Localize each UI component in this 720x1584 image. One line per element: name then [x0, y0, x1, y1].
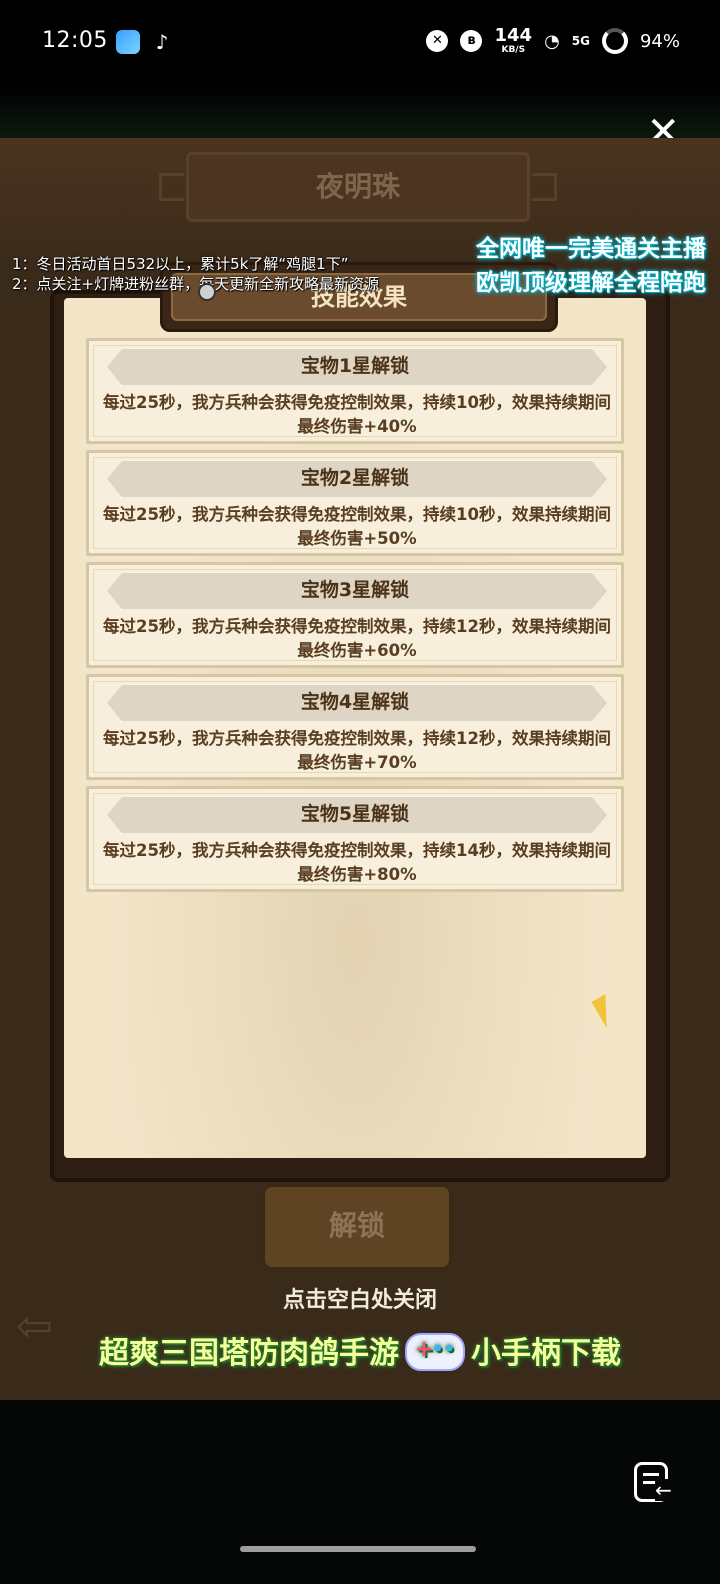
- skill-card-4: 宝物4星解锁 每过25秒，我方兵种会获得免疫控制效果，持续12秒，效果持续期间最…: [86, 674, 624, 780]
- comment-icon[interactable]: [634, 1462, 672, 1502]
- stream-notice-line-1: 1：冬日活动首日532以上，累计5k了解“鸡腿1下”: [12, 255, 349, 273]
- stream-notice: 1：冬日活动首日532以上，累计5k了解“鸡腿1下” 2：点关注+灯牌进粉丝群，…: [12, 254, 379, 294]
- promo-download-text: 小手柄下载: [471, 1336, 621, 1371]
- unlock-button[interactable]: 解锁: [262, 1184, 452, 1270]
- streamer-slogan: 全网唯一完美通关主播 欧凯顶级理解全程陪跑: [476, 232, 706, 300]
- battery-icon: [601, 28, 628, 54]
- streamer-slogan-line-2: 欧凯顶级理解全程陪跑: [476, 270, 706, 296]
- video-top-gradient: [0, 84, 720, 140]
- home-indicator[interactable]: [240, 1546, 476, 1552]
- card-description: 每过25秒，我方兵种会获得免疫控制效果，持续12秒，效果持续期间最终伤害+60%: [103, 617, 611, 660]
- skill-card-3: 宝物3星解锁 每过25秒，我方兵种会获得免疫控制效果，持续12秒，效果持续期间最…: [86, 562, 624, 668]
- status-indicators: ✕ ʙ 144 KB/S ◔ 5G 94%: [426, 26, 680, 56]
- skill-card-list: 宝物1星解锁 每过25秒，我方兵种会获得免疫控制效果，持续10秒，效果持续期间最…: [86, 338, 624, 898]
- streamer-slogan-line-1: 全网唯一完美通关主播: [476, 236, 706, 262]
- status-time: 12:05: [42, 28, 108, 53]
- app-notification-icon: [116, 30, 140, 54]
- gamepad-icon: [405, 1332, 465, 1371]
- tiktok-icon: ♪: [155, 30, 169, 54]
- close-hint[interactable]: 点击空白处关闭: [0, 1282, 720, 1314]
- network-speed: 144 KB/S: [494, 25, 533, 56]
- promo-banner[interactable]: 超爽三国塔防肉鸽手游 小手柄下载: [0, 1328, 720, 1374]
- card-description: 每过25秒，我方兵种会获得免疫控制效果，持续10秒，效果持续期间最终伤害+50%: [103, 505, 611, 548]
- bluetooth-icon: ʙ: [460, 30, 483, 52]
- treasure-title: 夜明珠: [159, 152, 557, 222]
- card-title: 宝物1星解锁: [300, 355, 410, 377]
- network-type: 5G: [571, 34, 590, 48]
- skill-card-1: 宝物1星解锁 每过25秒，我方兵种会获得免疫控制效果，持续10秒，效果持续期间最…: [86, 338, 624, 444]
- skill-card-5: 宝物5星解锁 每过25秒，我方兵种会获得免疫控制效果，持续14秒，效果持续期间最…: [86, 786, 624, 892]
- card-title: 宝物3星解锁: [300, 579, 410, 601]
- battery-level: 94%: [639, 30, 680, 52]
- mute-icon: ✕: [426, 30, 449, 52]
- bottom-area: [0, 1400, 720, 1584]
- status-bar: 12:05 ♪ ✕ ʙ 144 KB/S ◔ 5G 94%: [0, 0, 720, 84]
- card-description: 每过25秒，我方兵种会获得免疫控制效果，持续14秒，效果持续期间最终伤害+80%: [103, 841, 611, 884]
- card-title: 宝物2星解锁: [300, 467, 410, 489]
- stream-notice-line-2: 2：点关注+灯牌进粉丝群，每天更新全新攻略最新资源: [12, 275, 380, 293]
- cursor-dot-icon: [198, 283, 216, 301]
- card-description: 每过25秒，我方兵种会获得免疫控制效果，持续10秒，效果持续期间最终伤害+40%: [103, 393, 611, 436]
- promo-text: 超爽三国塔防肉鸽手游: [99, 1336, 399, 1371]
- card-description: 每过25秒，我方兵种会获得免疫控制效果，持续12秒，效果持续期间最终伤害+70%: [103, 729, 611, 772]
- skill-card-2: 宝物2星解锁 每过25秒，我方兵种会获得免疫控制效果，持续10秒，效果持续期间最…: [86, 450, 624, 556]
- card-title: 宝物4星解锁: [300, 691, 410, 713]
- card-title: 宝物5星解锁: [300, 803, 410, 825]
- wifi-icon: ◔: [544, 30, 560, 52]
